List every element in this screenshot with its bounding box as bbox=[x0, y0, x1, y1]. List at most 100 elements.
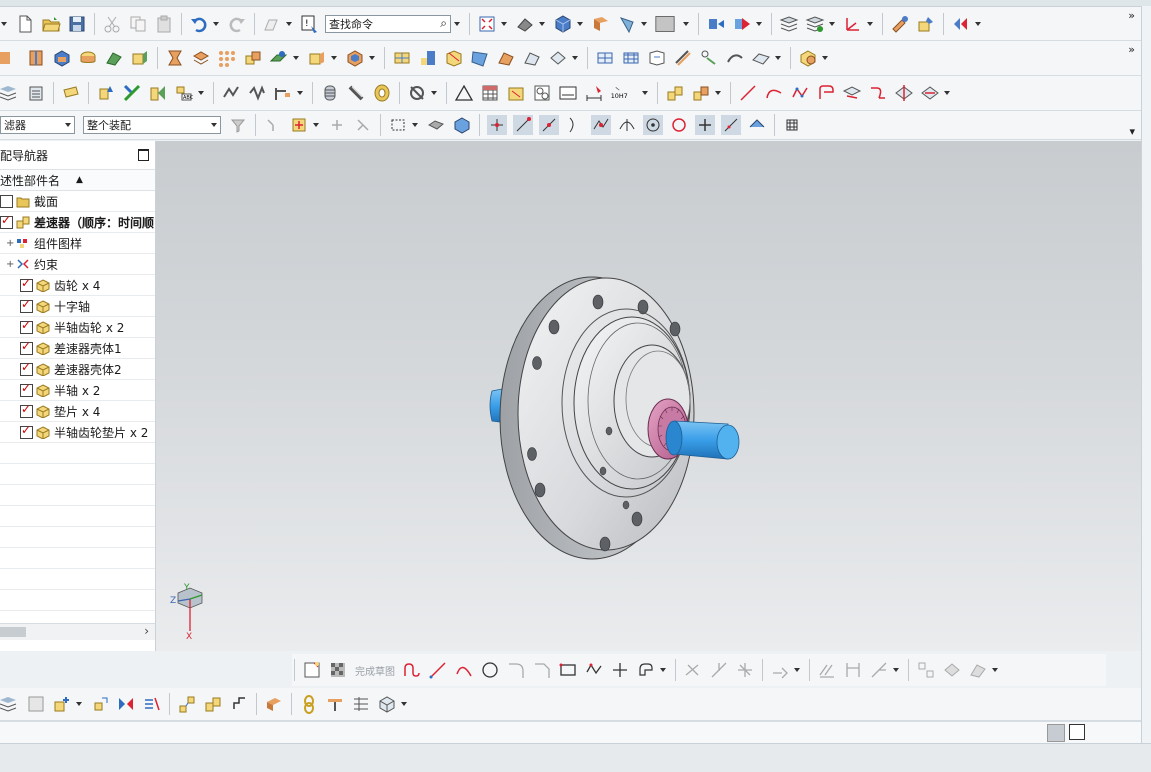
cube-dropdown[interactable] bbox=[577, 21, 583, 26]
reattach-icon[interactable] bbox=[968, 660, 988, 680]
navigator-row[interactable]: 截面 bbox=[0, 191, 155, 212]
triangle-icon[interactable] bbox=[454, 83, 474, 103]
command-finder-icon[interactable]: ! bbox=[300, 14, 320, 34]
tee-dropdown[interactable] bbox=[297, 91, 303, 95]
quick-trim-icon[interactable] bbox=[683, 660, 703, 680]
point-icon[interactable] bbox=[610, 660, 630, 680]
detail-view-icon[interactable] bbox=[532, 83, 552, 103]
sketch-icon[interactable] bbox=[302, 660, 322, 680]
move-component-icon[interactable] bbox=[706, 14, 726, 34]
extrude-icon[interactable] bbox=[130, 48, 150, 68]
through-curves-icon[interactable] bbox=[418, 48, 438, 68]
routing-icon[interactable] bbox=[351, 694, 371, 714]
visibility-checkbox[interactable] bbox=[20, 423, 33, 439]
dropdown-arrow[interactable] bbox=[1, 21, 7, 26]
selection-scope-select[interactable]: 整个装配 bbox=[83, 116, 221, 134]
disable-dropdown[interactable] bbox=[431, 91, 437, 95]
undo-dropdown[interactable] bbox=[213, 21, 219, 26]
array-feature-icon[interactable] bbox=[191, 48, 211, 68]
move-part-icon[interactable] bbox=[90, 694, 110, 714]
stack-layers-icon[interactable] bbox=[0, 83, 20, 103]
polygon-icon[interactable] bbox=[584, 660, 604, 680]
selection-bar-overflow-icon[interactable]: ▾ bbox=[1129, 125, 1135, 138]
sketch-line-icon[interactable] bbox=[428, 660, 448, 680]
navigator-horizontal-scrollbar[interactable]: › bbox=[0, 623, 155, 640]
assembly-cubes-icon[interactable] bbox=[665, 83, 685, 103]
bearing-icon[interactable] bbox=[372, 83, 392, 103]
spring-clamp-icon[interactable] bbox=[221, 83, 241, 103]
redo-icon[interactable] bbox=[227, 14, 247, 34]
visibility-checkbox[interactable] bbox=[20, 360, 33, 376]
make-corner-icon[interactable] bbox=[735, 660, 755, 680]
pattern-dots-icon[interactable] bbox=[217, 48, 237, 68]
coil-spring-icon[interactable] bbox=[320, 83, 340, 103]
curve-network-icon[interactable] bbox=[595, 48, 615, 68]
replace-component-icon[interactable] bbox=[732, 14, 752, 34]
solid-cube-icon[interactable] bbox=[553, 14, 573, 34]
reposition-icon[interactable] bbox=[229, 694, 249, 714]
priority-dropdown[interactable] bbox=[975, 21, 981, 26]
navigator-row[interactable]: 差速器壳体2 bbox=[0, 359, 155, 380]
view-orient-icon[interactable] bbox=[617, 14, 637, 34]
maximize-icon[interactable] bbox=[138, 149, 149, 161]
repeat-command-icon[interactable] bbox=[262, 14, 282, 34]
tolerance-dropdown[interactable] bbox=[642, 91, 648, 95]
snap-midpoint-icon[interactable] bbox=[539, 115, 559, 135]
visibility-checkbox[interactable] bbox=[20, 318, 33, 334]
paint-icon[interactable] bbox=[916, 14, 936, 34]
deform-dropdown[interactable] bbox=[775, 56, 781, 60]
wave-link-icon[interactable] bbox=[26, 694, 46, 714]
sketch-arc-icon[interactable] bbox=[454, 660, 474, 680]
magnifier-icon[interactable]: ⌕ bbox=[440, 16, 447, 31]
studio-spline-icon[interactable] bbox=[790, 83, 810, 103]
grid-select-icon[interactable] bbox=[782, 115, 802, 135]
fit-view-icon[interactable] bbox=[477, 14, 497, 34]
snap-intersection-icon[interactable] bbox=[591, 115, 611, 135]
shell-icon[interactable] bbox=[345, 48, 365, 68]
derived-line-icon[interactable] bbox=[770, 660, 790, 680]
drawing-sheet-icon[interactable] bbox=[558, 83, 578, 103]
status-filter-icon[interactable] bbox=[1047, 724, 1065, 742]
constraint-navigator-icon[interactable] bbox=[142, 694, 162, 714]
swoop-icon[interactable] bbox=[725, 48, 745, 68]
orient-dropdown[interactable] bbox=[641, 21, 647, 26]
select-faces-icon[interactable] bbox=[426, 115, 446, 135]
offset-face-icon[interactable] bbox=[307, 48, 327, 68]
geometric-constraints-icon[interactable] bbox=[817, 660, 837, 680]
visibility-checkbox[interactable] bbox=[20, 339, 33, 355]
reattach-dropdown[interactable] bbox=[992, 668, 998, 672]
n-sided-surface-icon[interactable] bbox=[496, 48, 516, 68]
surface-deform-icon[interactable] bbox=[751, 48, 771, 68]
styled-sweep-icon[interactable] bbox=[522, 48, 542, 68]
dimension-icon[interactable] bbox=[584, 83, 604, 103]
offset-profile-icon[interactable] bbox=[636, 660, 656, 680]
wcs-dropdown[interactable] bbox=[867, 21, 873, 26]
project-curve-icon[interactable] bbox=[842, 83, 862, 103]
graphics-viewport[interactable]: Z Y X bbox=[156, 141, 1141, 651]
assembly-add-icon[interactable] bbox=[798, 48, 818, 68]
toolbar-overflow-icon[interactable]: » bbox=[1128, 9, 1135, 22]
visibility-checkbox[interactable] bbox=[0, 194, 13, 208]
studio-surface-icon[interactable] bbox=[444, 48, 464, 68]
visibility-checkbox[interactable] bbox=[20, 276, 33, 292]
combine-icon[interactable] bbox=[243, 48, 263, 68]
sweep-icon[interactable] bbox=[104, 48, 124, 68]
quick-extend-icon[interactable] bbox=[709, 660, 729, 680]
snap-circle-center-icon[interactable] bbox=[643, 115, 663, 135]
new-file-icon[interactable] bbox=[15, 14, 35, 34]
command-search-input[interactable]: 查找命令 ⌕ bbox=[325, 14, 451, 33]
navigator-column-header[interactable]: 述性部件名 ▲ bbox=[0, 169, 155, 191]
animate-dimension-icon[interactable] bbox=[942, 660, 962, 680]
visibility-checkbox[interactable] bbox=[0, 213, 13, 229]
navigator-row[interactable]: 垫片 x 4 bbox=[0, 401, 155, 422]
link-chain-icon[interactable] bbox=[299, 694, 319, 714]
mirror-component-icon[interactable] bbox=[116, 694, 136, 714]
shaded-dropdown[interactable] bbox=[539, 21, 545, 26]
line-icon[interactable] bbox=[738, 83, 758, 103]
visibility-checkbox[interactable] bbox=[20, 402, 33, 418]
sub-assembly-icon[interactable] bbox=[691, 83, 711, 103]
snap-enable-icon[interactable] bbox=[487, 115, 507, 135]
navigator-row[interactable]: 差速器（顺序：时间顺 bbox=[0, 212, 155, 233]
bridge-curve-icon[interactable] bbox=[868, 83, 888, 103]
feature-select-dropdown[interactable] bbox=[313, 123, 319, 127]
